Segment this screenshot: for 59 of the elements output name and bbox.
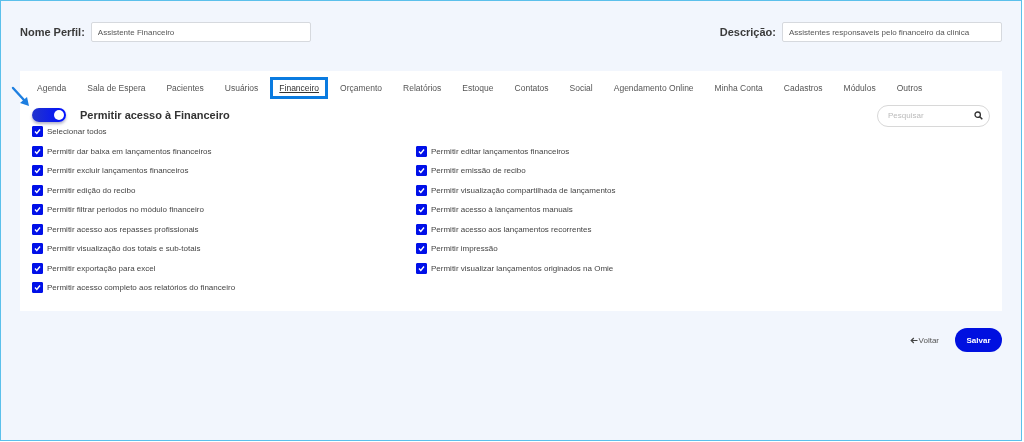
checkbox-label: Permitir editar lançamentos financeiros — [431, 146, 570, 156]
save-button[interactable]: Salvar — [955, 328, 1002, 352]
tab[interactable]: Financeiro — [270, 77, 328, 99]
description-field[interactable]: Assistentes responsaveis pelo financeiro da clinica — [782, 22, 1002, 42]
checkbox[interactable] — [416, 262, 427, 274]
checkbox-label: Permitir excluir lançamentos financeiros — [47, 166, 189, 176]
checkbox[interactable] — [32, 145, 43, 157]
checkbox[interactable] — [32, 126, 43, 138]
tab[interactable]: Contatos — [505, 77, 558, 99]
profile-name-field[interactable]: Assistente Financeiro — [90, 22, 311, 42]
toggle-label: Permitir acesso à Financeiro — [80, 109, 230, 121]
checkbox[interactable] — [416, 223, 427, 235]
toggle-switch[interactable] — [32, 108, 66, 122]
tab[interactable]: Outros — [887, 77, 932, 99]
checkbox[interactable] — [416, 243, 427, 255]
tab[interactable]: Cadastros — [774, 77, 832, 99]
checkbox[interactable] — [416, 145, 427, 157]
checkbox-label: Permitir acesso à lançamentos manuais — [431, 205, 573, 215]
checkbox[interactable] — [416, 204, 427, 216]
checkbox-label: Permitir acesso aos repasses profissionais — [47, 224, 199, 234]
checkbox-label: Selecionar todos — [47, 127, 107, 137]
checkbox-label: Permitir visualização compartilhada de lançamentos — [431, 185, 616, 195]
checkbox[interactable] — [32, 223, 43, 235]
checkbox[interactable] — [32, 184, 43, 196]
search-icon — [974, 110, 983, 120]
checkbox[interactable] — [416, 184, 427, 196]
tab[interactable]: Agendamento Online — [604, 77, 703, 99]
checkbox[interactable] — [32, 243, 43, 255]
tab[interactable]: Usuários — [215, 77, 268, 99]
tab[interactable]: Orçamento — [331, 77, 392, 99]
field-label: Descrição: — [719, 26, 776, 38]
checkbox[interactable] — [32, 282, 43, 294]
tab[interactable]: Sala de Espera — [78, 77, 155, 99]
checkbox-label: Permitir emissão de recibo — [431, 166, 526, 176]
checkbox[interactable] — [32, 204, 43, 216]
back-button[interactable]: Voltar — [909, 335, 939, 345]
tab[interactable]: Módulos — [834, 77, 885, 99]
checkbox[interactable] — [32, 262, 43, 274]
field-label: Nome Perfil: — [20, 26, 85, 38]
checkbox-label: Permitir visualizar lançamentos originados na Omie — [431, 263, 614, 273]
tab[interactable]: Pacientes — [157, 77, 213, 99]
checkbox-label: Permitir acesso aos lançamentos recorrentes — [431, 224, 592, 234]
checkbox[interactable] — [32, 165, 43, 177]
checkbox-label: Permitir impressão — [431, 244, 498, 254]
tab[interactable]: Social — [560, 77, 602, 99]
search-field[interactable]: Pesquisar — [877, 104, 990, 127]
tab[interactable]: Relatórios — [394, 77, 451, 99]
checkbox[interactable] — [416, 165, 427, 177]
checkbox-label: Permitir exportação para excel — [47, 263, 156, 273]
checkbox-label: Permitir acesso completo aos relatórios do financeiro — [47, 283, 236, 293]
checkbox-label: Permitir dar baixa em lançamentos financeiros — [47, 146, 212, 156]
arrow-left-icon — [909, 336, 918, 344]
checkbox-label: Permitir visualização dos totais e sub-totais — [47, 244, 201, 254]
pointer-arrow — [11, 86, 31, 108]
tab[interactable]: Minha Conta — [705, 77, 772, 99]
checkbox-label: Permitir filtrar periodos no módulo financeiro — [47, 205, 204, 215]
tab[interactable]: Agenda — [28, 77, 76, 99]
checkbox-label: Permitir edição do recibo — [47, 185, 136, 195]
tab[interactable]: Estoque — [453, 77, 503, 99]
